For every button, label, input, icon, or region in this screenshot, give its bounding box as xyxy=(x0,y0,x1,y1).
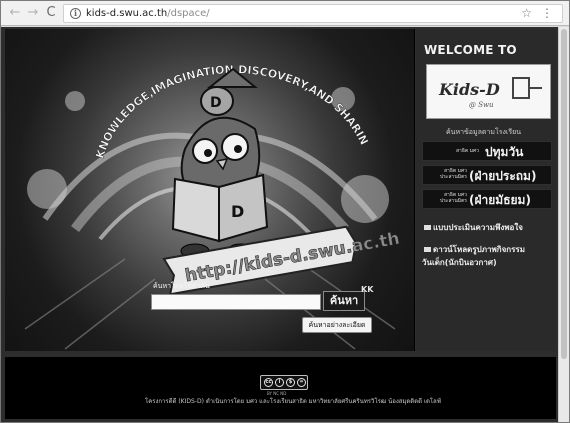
creative-commons-badge[interactable]: cc i $ = xyxy=(260,375,308,390)
address-bar[interactable]: i kids-d.swu.ac.th/dspace/ ☆ ⋮ xyxy=(63,4,563,23)
school-link-small-label: สาธิต มศว ประสานมิตร xyxy=(439,168,467,180)
kids-d-logo[interactable]: Kids-D @ Swu xyxy=(426,64,551,119)
welcome-heading: WELCOME TO xyxy=(424,43,517,57)
url-path: /dspace/ xyxy=(167,8,210,19)
download-photos-link[interactable]: ดาวน์โหลดรูปภาพกิจกรรม วันเด็ก(นักบินอวก… xyxy=(422,243,525,269)
browser-toolbar: ← → C i kids-d.swu.ac.th/dspace/ ☆ ⋮ xyxy=(1,1,569,26)
school-search-heading: ค้นหาข้อมูลตามโรงเรียน xyxy=(446,128,521,136)
browser-menu-icon[interactable]: ⋮ xyxy=(541,6,553,21)
info-icon[interactable]: i xyxy=(70,8,81,19)
link-label: ดาวน์โหลดรูปภาพกิจกรรม xyxy=(433,245,525,254)
logo-mark-icon xyxy=(512,77,542,99)
slogan-arc-text: KNOWLEDGE,IMAGINATION,DISCOVERY,AND SHAR… xyxy=(5,29,371,160)
reload-icon[interactable]: C xyxy=(43,5,59,21)
nd-icon: = xyxy=(297,378,306,387)
cc-icon: cc xyxy=(264,378,273,387)
nc-icon: $ xyxy=(286,378,295,387)
link-label: แบบประเมินความพึงพอใจ xyxy=(433,223,523,232)
book-letter: D xyxy=(231,202,244,221)
search-label: ค้นหาโดยใช้คำค้น xyxy=(153,282,210,290)
footer-credit-text: โครงการดีดี (KIDS-D) ดำเนินการโดย มศว แล… xyxy=(145,398,441,405)
link-label-line-2: วันเด็ก(นักบินอวกาศ) xyxy=(422,258,497,267)
browser-window: ← → C i kids-d.swu.ac.th/dspace/ ☆ ⋮ KNO… xyxy=(0,0,570,423)
school-link-small-label: สาธิต มศว xyxy=(455,148,479,154)
vertical-scrollbar[interactable] xyxy=(558,27,569,422)
back-icon[interactable]: ← xyxy=(7,5,23,21)
mascot-hat-letter: D xyxy=(210,95,222,111)
bullet-icon xyxy=(424,247,431,252)
right-sidebar: WELCOME TO Kids-D @ Swu ค้นหาข้อมูลตามโร… xyxy=(416,29,556,351)
scrollbar-thumb[interactable] xyxy=(561,29,567,359)
by-icon: i xyxy=(275,378,284,387)
mascot-character: D D xyxy=(171,67,269,259)
search-zoom-icon: KK xyxy=(361,285,374,294)
page-viewport: KNOWLEDGE,IMAGINATION,DISCOVERY,AND SHAR… xyxy=(1,27,569,422)
school-link-primary[interactable]: สาธิต มศว ประสานมิตร (ฝ่ายประถม) xyxy=(422,165,552,185)
school-link-label: ปทุมวัน xyxy=(485,145,524,159)
school-link-label: (ฝ่ายประถม) xyxy=(469,169,537,183)
kids-d-homepage: KNOWLEDGE,IMAGINATION,DISCOVERY,AND SHAR… xyxy=(1,27,558,422)
school-link-small-label: สาธิต มศว ประสานมิตร xyxy=(439,192,467,204)
school-link-secondary[interactable]: สาธิต มศว ประสานมิตร (ฝ่ายมัธยม) xyxy=(422,189,552,209)
search-input[interactable] xyxy=(151,294,321,310)
bullet-icon xyxy=(424,225,431,230)
page-footer: cc i $ = BY NC ND โครงการดีดี (KIDS-D) ด… xyxy=(5,357,556,419)
address-url[interactable]: kids-d.swu.ac.th/dspace/ xyxy=(86,7,210,21)
satisfaction-survey-link[interactable]: แบบประเมินความพึงพอใจ xyxy=(424,221,523,234)
school-link-patumwan[interactable]: สาธิต มศว ปทุมวัน xyxy=(422,141,552,161)
hero-banner: KNOWLEDGE,IMAGINATION,DISCOVERY,AND SHAR… xyxy=(5,29,415,351)
search-button[interactable]: ค้นหา xyxy=(323,291,365,311)
school-link-label: (ฝ่ายมัธยม) xyxy=(469,193,531,207)
forward-icon[interactable]: → xyxy=(25,5,41,21)
url-host: kids-d.swu.ac.th xyxy=(86,8,168,19)
advanced-search-button[interactable]: ค้นหาอย่างละเอียด xyxy=(302,317,372,333)
bookmark-star-icon[interactable]: ☆ xyxy=(521,6,532,21)
